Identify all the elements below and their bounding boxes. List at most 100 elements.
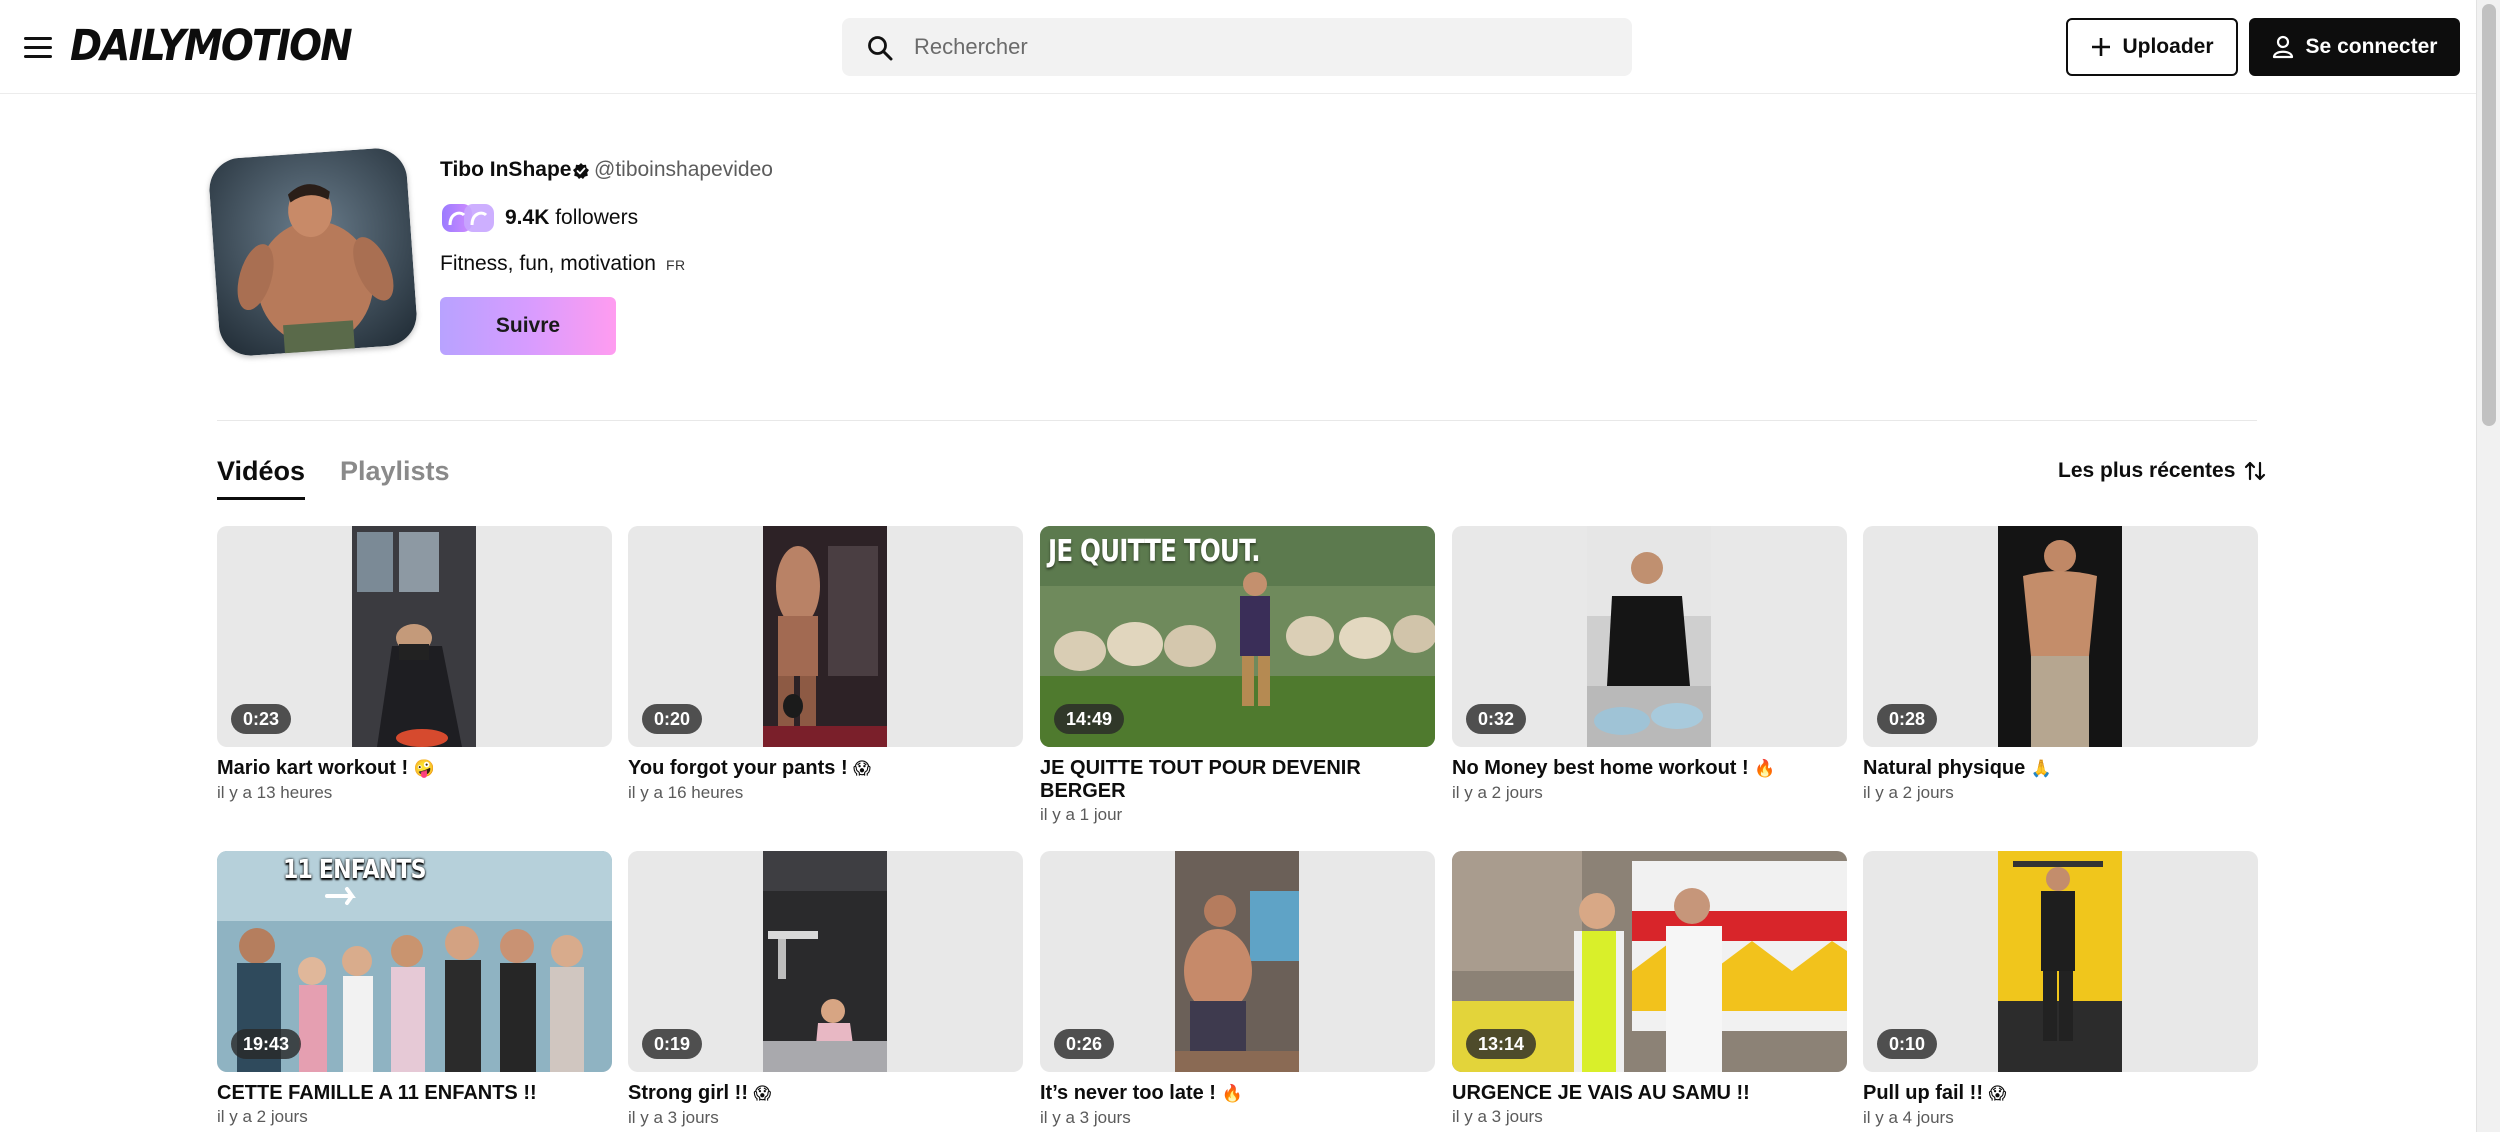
video-date: il y a 13 heures: [217, 783, 333, 802]
video-thumbnail[interactable]: 13:14: [1452, 851, 1847, 1072]
video-title[interactable]: No Money best home workout ! 🔥: [1452, 757, 1847, 781]
video-title-emoji: 🤪: [413, 759, 435, 779]
video-title-emoji: 😱: [1988, 1084, 2007, 1104]
video-card[interactable]: 0:20 You forgot your pants ! 😱 il y a 16…: [628, 526, 1023, 803]
sort-arrows-icon: [2245, 461, 2266, 481]
video-card[interactable]: 13:14 URGENCE JE VAIS AU SAMU !! il y a …: [1452, 851, 1847, 1127]
followers-number: 9.4K: [505, 206, 550, 229]
video-duration: 0:10: [1877, 1029, 1938, 1059]
video-title[interactable]: CETTE FAMILLE A 11 ENFANTS !!: [217, 1082, 612, 1105]
sort-label: Les plus récentes: [2058, 459, 2236, 482]
video-duration: 19:43: [231, 1029, 302, 1059]
channel-handle: @tiboinshapevideo: [594, 158, 773, 181]
video-thumbnail[interactable]: 0:19: [628, 851, 1023, 1072]
video-card[interactable]: 0:10 Pull up fail !! 😱 il y a 4 jours: [1863, 851, 2258, 1128]
search-bar[interactable]: [842, 18, 1632, 76]
video-title[interactable]: URGENCE JE VAIS AU SAMU !!: [1452, 1082, 1847, 1105]
sort-dropdown[interactable]: Les plus récentes: [2058, 459, 2267, 483]
video-title[interactable]: Natural physique 🙏: [1863, 757, 2258, 781]
channel-avatar[interactable]: [207, 146, 419, 358]
search-input[interactable]: [914, 18, 1614, 76]
video-date: il y a 3 jours: [1040, 1108, 1131, 1127]
followers-count: 9.4K followers: [505, 206, 638, 230]
video-title-emoji: 🔥: [1221, 1084, 1243, 1104]
followers-label: followers: [555, 206, 639, 229]
video-thumbnail[interactable]: 0:32: [1452, 526, 1847, 747]
video-title-text: JE QUITTE TOUT POUR DEVENIR BERGER: [1040, 757, 1361, 802]
video-duration: 13:14: [1466, 1029, 1537, 1059]
video-title-text: URGENCE JE VAIS AU SAMU !!: [1452, 1082, 1750, 1104]
video-title[interactable]: Mario kart workout ! 🤪: [217, 757, 612, 781]
channel-name: Tibo InShape: [440, 158, 572, 181]
search-icon[interactable]: [866, 34, 894, 62]
thumbnail-caption: JE QUITTE TOUT.: [1048, 534, 1261, 569]
video-duration: 0:28: [1877, 704, 1938, 734]
video-card[interactable]: 0:19 Strong girl !! 😱 il y a 3 jours: [628, 851, 1023, 1128]
tab-videos[interactable]: Vidéos: [217, 456, 306, 500]
video-duration: 0:32: [1466, 704, 1527, 734]
video-date: il y a 2 jours: [217, 1107, 308, 1126]
scrollbar-thumb[interactable]: [2482, 4, 2496, 426]
hamburger-menu-icon[interactable]: [24, 31, 58, 63]
video-date: il y a 2 jours: [1863, 783, 1954, 802]
upload-label: Uploader: [2122, 35, 2214, 58]
page-scrollbar[interactable]: [2476, 0, 2500, 1132]
login-label: Se connecter: [2305, 35, 2438, 58]
video-duration: 0:26: [1054, 1029, 1115, 1059]
video-thumbnail[interactable]: 0:10: [1863, 851, 2258, 1072]
video-thumbnail[interactable]: 11 ENFANTS 19:43: [217, 851, 612, 1072]
channel-language: FR: [666, 257, 686, 273]
video-title-text: It’s never too late !: [1040, 1082, 1216, 1104]
plus-icon: [2092, 38, 2111, 56]
thumbnail-caption: 11 ENFANTS: [283, 855, 427, 885]
top-header: DAILYMOTION Uploader Se connecter: [0, 0, 2476, 94]
video-title-text: Strong girl !!: [628, 1082, 748, 1104]
video-duration: 14:49: [1054, 704, 1125, 734]
video-title-emoji: 😱: [853, 759, 871, 779]
video-date: il y a 1 jour: [1040, 805, 1123, 824]
video-title[interactable]: JE QUITTE TOUT POUR DEVENIR BERGER: [1040, 757, 1435, 803]
video-card[interactable]: 0:26 It’s never too late ! 🔥 il y a 3 jo…: [1040, 851, 1435, 1128]
video-thumbnail[interactable]: 0:26: [1040, 851, 1435, 1072]
video-title[interactable]: It’s never too late ! 🔥: [1040, 1082, 1435, 1106]
video-thumbnail[interactable]: 0:20: [628, 526, 1023, 747]
video-title-text: CETTE FAMILLE A 11 ENFANTS !!: [217, 1082, 537, 1104]
video-card[interactable]: 0:32 No Money best home workout ! 🔥 il y…: [1452, 526, 1847, 803]
verified-badge-icon: [573, 163, 589, 179]
user-icon: [2272, 35, 2293, 59]
upload-button[interactable]: Uploader: [2066, 18, 2238, 76]
video-title-text: You forgot your pants !: [628, 757, 848, 779]
video-card[interactable]: 11 ENFANTS 19:43 CETTE FAMILLE A 11 ENFA…: [217, 851, 612, 1127]
video-title[interactable]: Pull up fail !! 😱: [1863, 1082, 2258, 1106]
video-duration: 0:20: [642, 704, 703, 734]
video-title-text: No Money best home workout !: [1452, 757, 1749, 779]
video-title-text: Mario kart workout !: [217, 757, 409, 779]
video-duration: 0:23: [231, 704, 292, 734]
video-thumbnail[interactable]: JE QUITTE TOUT. 14:49: [1040, 526, 1435, 747]
section-divider: [217, 420, 2257, 421]
video-title-text: Pull up fail !!: [1863, 1082, 1983, 1104]
video-card[interactable]: JE QUITTE TOUT. 14:49 JE QUITTE TOUT POU…: [1040, 526, 1435, 825]
video-thumbnail[interactable]: 0:28: [1863, 526, 2258, 747]
video-duration: 0:19: [642, 1029, 703, 1059]
video-date: il y a 3 jours: [1452, 1107, 1543, 1126]
video-title-text: Natural physique: [1863, 757, 2026, 779]
video-date: il y a 3 jours: [628, 1108, 719, 1127]
video-card[interactable]: 0:23 Mario kart workout ! 🤪 il y a 13 he…: [217, 526, 612, 803]
video-date: il y a 2 jours: [1452, 783, 1543, 802]
video-title-emoji: 🔥: [1754, 759, 1776, 779]
video-title[interactable]: You forgot your pants ! 😱: [628, 757, 1023, 781]
login-button[interactable]: Se connecter: [2249, 18, 2460, 76]
channel-bio: Fitness, fun, motivation: [440, 252, 656, 275]
video-title-emoji: 🙏: [2030, 759, 2052, 779]
tab-playlists[interactable]: Playlists: [340, 456, 450, 487]
video-card[interactable]: 0:28 Natural physique 🙏 il y a 2 jours: [1863, 526, 2258, 803]
video-thumbnail[interactable]: 0:23: [217, 526, 612, 747]
followers-icon: [442, 204, 494, 232]
follow-button[interactable]: Suivre: [440, 297, 616, 355]
video-title[interactable]: Strong girl !! 😱: [628, 1082, 1023, 1106]
dailymotion-logo[interactable]: DAILYMOTION: [70, 18, 353, 74]
video-title-emoji: 😱: [753, 1084, 772, 1104]
video-date: il y a 4 jours: [1863, 1108, 1954, 1127]
video-date: il y a 16 heures: [628, 783, 744, 802]
